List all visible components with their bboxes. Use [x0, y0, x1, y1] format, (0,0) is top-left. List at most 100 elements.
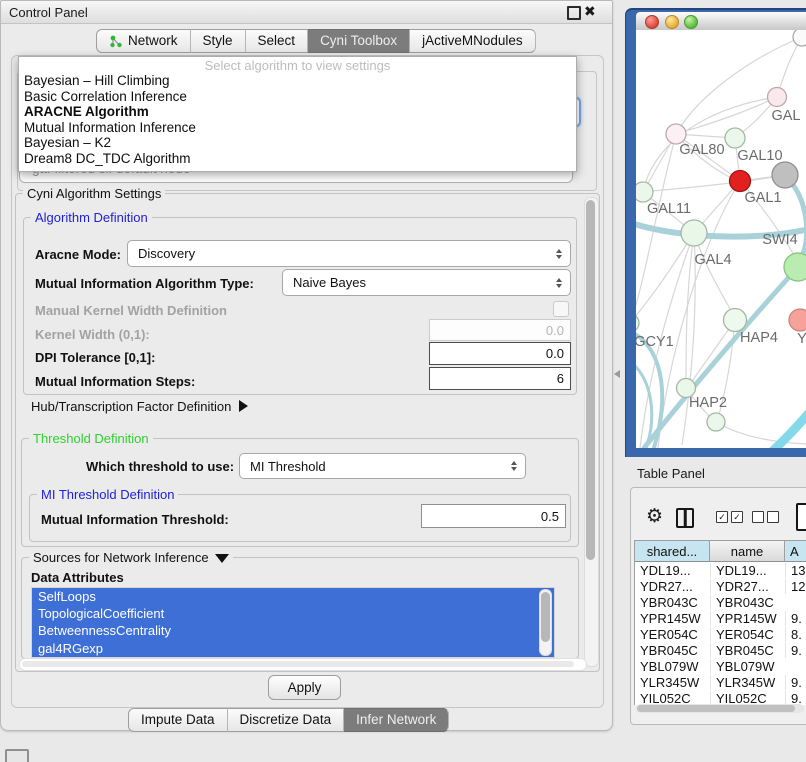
attribute-item-selected[interactable]: BetweennessCentrality — [32, 622, 554, 639]
table-row[interactable]: YBL079WYBL079W — [635, 658, 806, 674]
column-header-partial[interactable]: A — [785, 541, 806, 562]
tab-label: Select — [258, 30, 296, 52]
close-icon[interactable]: ✖ — [584, 3, 596, 20]
zoom-traffic-light[interactable] — [684, 15, 698, 29]
algorithm-option[interactable]: Bayesian – K2 — [19, 135, 576, 151]
expanded-arrow-icon[interactable] — [215, 554, 229, 563]
table-row[interactable]: YLR345WYLR345W9. — [635, 674, 806, 690]
tab-label: Network — [128, 30, 178, 52]
tab-impute-data[interactable]: Impute Data — [128, 708, 228, 732]
node-label: GAL4 — [694, 252, 731, 268]
control-panel-title: Control Panel — [9, 5, 88, 20]
tab-discretize-data[interactable]: Discretize Data — [228, 708, 345, 732]
network-window-titlebar[interactable] — [636, 12, 806, 31]
tab-network[interactable]: Network — [96, 29, 191, 53]
minimized-panel-icon[interactable] — [5, 749, 29, 762]
unchecked-box-icon — [752, 511, 764, 523]
float-window-icon[interactable] — [567, 6, 581, 20]
attribute-item-selected[interactable]: gal4RGexp — [32, 640, 554, 657]
scrollbar-thumb[interactable] — [586, 200, 595, 560]
network-node-gal80[interactable] — [666, 124, 686, 144]
gear-icon[interactable]: ⚙ — [646, 505, 663, 527]
network-canvas[interactable]: GALGAL80GAL10GAL1GAL11GAL4SWI4GCY1HAP4YH… — [636, 30, 806, 448]
network-node-gal1[interactable] — [730, 171, 751, 192]
scrollbar-thumb[interactable] — [541, 592, 550, 642]
network-node-gal[interactable] — [768, 88, 787, 107]
network-node[interactable] — [793, 30, 806, 46]
table-cell: YER054C — [710, 627, 785, 642]
hub-transcription-section[interactable]: Hub/Transcription Factor Definition — [31, 399, 248, 414]
algorithm-option[interactable]: Basic Correlation Inference — [19, 89, 576, 105]
network-node-gal4[interactable] — [681, 220, 707, 246]
table-cell: YIL052C — [710, 691, 785, 705]
close-traffic-light[interactable] — [645, 15, 659, 29]
panel-splitter-handle[interactable] — [614, 370, 620, 378]
column-header-name[interactable]: name — [710, 541, 785, 562]
dpi-tolerance-label: DPI Tolerance [0,1]: — [35, 350, 155, 365]
table-row[interactable]: YDR27...YDR27...12 — [635, 579, 806, 595]
network-node[interactable] — [772, 162, 798, 188]
network-node-swi4[interactable] — [784, 253, 806, 281]
table-panel-title: Table Panel — [637, 466, 705, 481]
settings-horizontal-scrollbar[interactable] — [19, 658, 587, 671]
node-label: GCY1 — [636, 334, 674, 350]
table-row[interactable]: YBR045CYBR045C9. — [635, 642, 806, 658]
node-label: GAL11 — [647, 201, 691, 217]
kernel-width-input[interactable]: 0.0 — [429, 319, 571, 341]
mi-algorithm-type-combo[interactable]: Naive Bayes — [282, 269, 571, 296]
node-table[interactable]: shared... name A YDL19...YDL19...13YDR27… — [634, 540, 806, 705]
scrollbar-thumb[interactable] — [637, 705, 795, 712]
scrollbar-thumb[interactable] — [22, 661, 574, 667]
dpi-tolerance-input[interactable]: 0.0 — [429, 342, 571, 365]
algorithm-option[interactable]: ARACNE Algorithm — [19, 104, 576, 120]
table-row[interactable]: YDL19...YDL19...13 — [635, 563, 806, 579]
table-row[interactable]: YIL052CYIL052C9. — [635, 690, 806, 705]
table-horizontal-scrollbar[interactable] — [636, 704, 804, 713]
table-cell: YIL052C — [635, 691, 710, 705]
table-cell: YBR043C — [710, 595, 785, 610]
manual-kernel-width-checkbox[interactable] — [553, 301, 569, 317]
network-node-hap4[interactable] — [724, 309, 747, 332]
attributes-scrollbar[interactable] — [539, 589, 552, 656]
algorithm-option[interactable]: Bayesian – Hill Climbing — [19, 73, 576, 89]
table-row[interactable]: YBR043CYBR043C — [635, 595, 806, 611]
network-icon — [109, 35, 123, 48]
column-header-shared-name[interactable]: shared... — [635, 541, 710, 562]
table-cell: 9. — [785, 643, 806, 658]
node-label: Y — [797, 331, 806, 347]
network-node-gal10[interactable] — [725, 128, 745, 148]
settings-vertical-scrollbar[interactable] — [584, 197, 599, 667]
tab-style[interactable]: Style — [191, 29, 246, 53]
which-threshold-value: MI Threshold — [250, 459, 326, 474]
mi-steps-label: Mutual Information Steps: — [35, 374, 195, 389]
network-node-gcy1[interactable] — [636, 314, 639, 332]
tab-select[interactable]: Select — [246, 29, 309, 53]
aracne-mode-combo[interactable]: Discovery — [127, 240, 571, 267]
apply-button[interactable]: Apply — [268, 675, 341, 700]
attribute-item-selected[interactable]: TopologicalCoefficient — [32, 605, 554, 622]
mi-steps-input[interactable]: 6 — [429, 367, 571, 390]
minimize-traffic-light[interactable] — [665, 15, 679, 29]
table-row[interactable]: YER054CYER054C8. — [635, 627, 806, 643]
collapsed-arrow-icon[interactable] — [239, 400, 248, 412]
attribute-item-selected[interactable]: SelfLoops — [32, 588, 554, 605]
show-all-columns-icon[interactable]: ✓ ✓ — [716, 511, 743, 523]
network-node-y[interactable] — [789, 309, 806, 331]
network-node[interactable] — [707, 413, 725, 431]
data-attributes-list[interactable]: SelfLoopsTopologicalCoefficientBetweenne… — [31, 587, 555, 658]
tab-jactivemnodules[interactable]: jActiveMNodules — [410, 29, 536, 53]
which-threshold-combo[interactable]: MI Threshold — [239, 453, 526, 479]
hide-all-columns-icon[interactable] — [752, 511, 779, 523]
tab-infer-network[interactable]: Infer Network — [344, 708, 449, 732]
mi-threshold-input[interactable]: 0.5 — [421, 504, 566, 528]
algorithm-option[interactable]: Dream8 DC_TDC Algorithm — [19, 151, 576, 167]
table-cell: YPR145W — [635, 611, 710, 626]
table-row[interactable]: YPR145WYPR145W9. — [635, 611, 806, 627]
columns-icon[interactable] — [676, 508, 694, 528]
tab-cyni-toolbox[interactable]: Cyni Toolbox — [308, 29, 410, 53]
algorithm-option[interactable]: Mutual Information Inference — [19, 120, 576, 136]
sources-legend[interactable]: Sources for Network Inference — [29, 550, 233, 565]
document-icon[interactable] — [796, 503, 806, 531]
hub-transcription-label: Hub/Transcription Factor Definition — [31, 399, 231, 414]
network-node-gal11[interactable] — [636, 182, 653, 202]
